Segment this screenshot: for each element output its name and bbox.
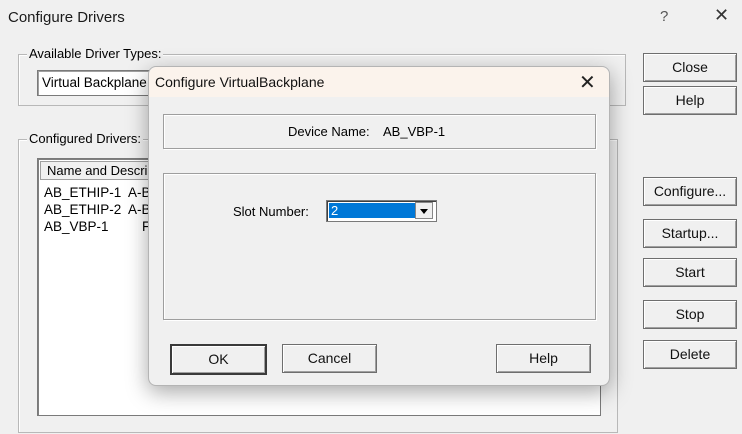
device-name-label: Device Name: xyxy=(288,124,370,139)
driver-name: AB_VBP-1 xyxy=(44,219,109,234)
start-button[interactable]: Start xyxy=(643,258,737,287)
help-icon[interactable]: ? xyxy=(660,8,668,25)
slot-number-dropdown[interactable]: 2 xyxy=(326,200,437,222)
available-driver-types-label: Available Driver Types: xyxy=(27,46,164,61)
list-item[interactable]: AB_VBP-1 F xyxy=(44,218,150,235)
configure-virtualbackplane-dialog: Configure VirtualBackplane ✕ Device Name… xyxy=(148,66,610,386)
slot-number-value: 2 xyxy=(329,203,415,218)
configure-button[interactable]: Configure... xyxy=(643,177,737,206)
list-item[interactable]: AB_ETHIP-2 A-B xyxy=(44,201,151,218)
ok-button[interactable]: OK xyxy=(170,344,267,375)
cancel-button[interactable]: Cancel xyxy=(282,344,377,373)
close-icon[interactable]: ✕ xyxy=(714,5,729,26)
dropdown-arrow[interactable] xyxy=(415,202,433,219)
driver-type-value: Virtual Backplane xyxy=(42,75,147,90)
slot-number-label: Slot Number: xyxy=(233,204,309,219)
configured-drivers-label: Configured Drivers: xyxy=(27,131,143,146)
dialog-title: Configure VirtualBackplane xyxy=(155,74,325,90)
device-name-value: AB_VBP-1 xyxy=(383,124,446,139)
driver-name: AB_ETHIP-1 xyxy=(44,185,122,200)
dialog-close-icon[interactable]: ✕ xyxy=(579,70,596,95)
delete-button[interactable]: Delete xyxy=(643,340,737,369)
help-button[interactable]: Help xyxy=(643,86,737,115)
chevron-down-icon xyxy=(420,209,428,214)
driver-name: AB_ETHIP-2 xyxy=(44,202,122,217)
device-name-panel: Device Name: AB_VBP-1 xyxy=(163,114,596,149)
stop-button[interactable]: Stop xyxy=(643,300,737,329)
window-title: Configure Drivers xyxy=(8,9,125,26)
startup-button[interactable]: Startup... xyxy=(643,219,737,248)
dialog-titlebar: Configure VirtualBackplane ✕ xyxy=(149,67,609,97)
close-button[interactable]: Close xyxy=(643,53,737,82)
list-item[interactable]: AB_ETHIP-1 A-B xyxy=(44,184,151,201)
slot-number-panel: Slot Number: 2 xyxy=(163,173,596,320)
dialog-help-button[interactable]: Help xyxy=(496,344,591,373)
